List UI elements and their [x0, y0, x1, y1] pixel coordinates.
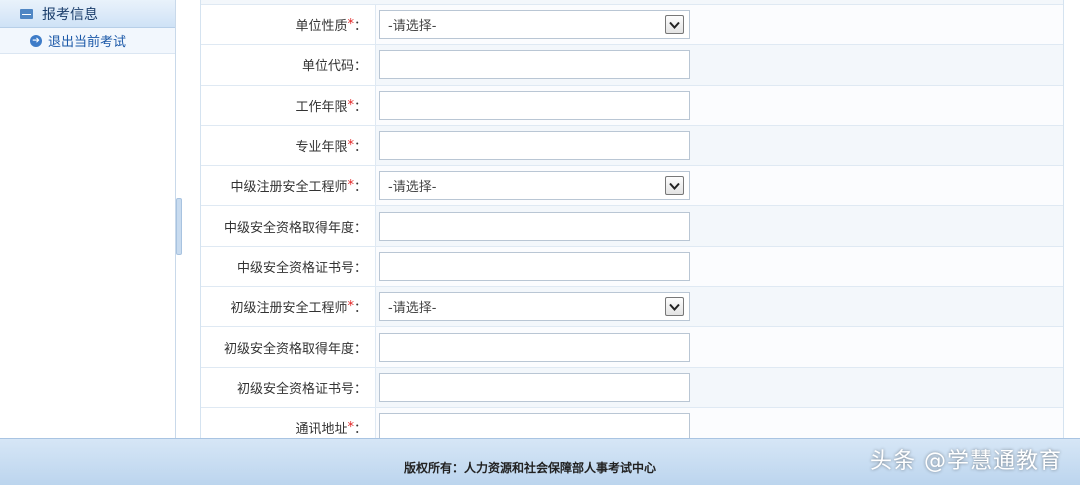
select-field[interactable]: -请选择- [379, 10, 690, 40]
field-cell: -请选择- [376, 287, 1063, 327]
sidebar-splitter[interactable] [176, 198, 182, 255]
field-label-text: 初级安全资格证书号 [236, 381, 354, 397]
form-row: 单位性质 *： -请选择- [201, 5, 1063, 46]
field-label-text: 专业年限 [295, 140, 348, 156]
text-input[interactable] [379, 413, 690, 438]
label-colon: ： [353, 180, 367, 196]
label-colon: ： [353, 260, 367, 276]
watermark: 头条 @学慧通教育 [870, 449, 1062, 474]
label-colon: ： [353, 422, 367, 438]
form-row: 单位代码： [201, 45, 1063, 86]
form-row: 中级注册安全工程师 *： -请选择- [201, 166, 1063, 207]
sidebar-item-label: 退出当前考试 [48, 35, 127, 50]
field-label-text: 中级安全资格证书号 [236, 260, 354, 276]
field-label: 初级注册安全工程师 *： [201, 287, 376, 327]
field-cell [376, 246, 1063, 287]
label-colon: ： [353, 59, 367, 75]
field-label-text: 初级注册安全工程师 [230, 301, 348, 317]
select-value: -请选择- [388, 301, 437, 317]
text-input[interactable] [379, 90, 690, 120]
select-field[interactable]: -请选择- [379, 292, 690, 322]
field-label: 工作年限 *： [201, 85, 376, 125]
copyright-text: 版权所有：人力资源和社会保障部人事考试中心 [403, 460, 656, 475]
field-label: 中级安全资格取得年度： [201, 206, 376, 246]
field-cell: -请选择- [376, 166, 1063, 206]
field-label: 通讯地址 *： [201, 407, 376, 438]
sidebar: 报考信息 ➔ 退出当前考试 [0, 0, 176, 438]
field-label: 中级注册安全工程师 *： [201, 166, 376, 206]
field-label: 专业年限 *： [201, 125, 376, 166]
text-input[interactable] [379, 50, 690, 80]
field-cell [376, 407, 1063, 438]
field-label-text: 工作年限 [295, 99, 348, 115]
field-cell [376, 45, 1063, 85]
label-colon: ： [353, 341, 367, 357]
form-row: 初级安全资格取得年度： [201, 327, 1063, 368]
text-input[interactable] [379, 251, 690, 281]
chevron-down-icon[interactable] [665, 15, 684, 35]
text-input[interactable] [379, 131, 690, 161]
form-row: 中级安全资格取得年度： [201, 206, 1063, 247]
field-label: 中级安全资格证书号： [201, 246, 376, 287]
field-label-text: 单位代码 [301, 59, 354, 75]
field-label-text: 初级安全资格取得年度 [223, 341, 354, 357]
field-label: 单位性质 *： [201, 5, 376, 45]
label-colon: ： [353, 381, 367, 397]
form-row: 中级安全资格证书号： [201, 246, 1063, 288]
label-colon: ： [353, 140, 367, 156]
form-row: 通讯地址 *： [201, 407, 1063, 438]
field-cell [376, 85, 1063, 125]
field-cell: -请选择- [376, 5, 1063, 45]
text-input[interactable] [379, 211, 690, 241]
sidebar-item-exit-exam[interactable]: ➔ 退出当前考试 [0, 28, 175, 54]
select-value: -请选择- [388, 180, 437, 196]
field-label: 初级安全资格取得年度： [201, 327, 376, 367]
form-row: 初级安全资格证书号： [201, 367, 1063, 408]
label-colon: ： [353, 301, 367, 317]
field-cell [376, 367, 1063, 407]
label-colon: ： [353, 99, 367, 115]
field-cell [376, 327, 1063, 367]
form-row: 专业年限 *： [201, 125, 1063, 167]
field-label-text: 单位性质 [295, 19, 348, 35]
chevron-down-icon[interactable] [665, 176, 684, 196]
field-label-text: 中级注册安全工程师 [230, 180, 348, 196]
field-label-text: 中级安全资格取得年度 [223, 220, 354, 236]
select-value: -请选择- [388, 19, 437, 35]
sidebar-header-label: 报考信息 [42, 6, 98, 23]
field-label: 初级安全资格证书号： [201, 367, 376, 407]
select-field[interactable]: -请选择- [379, 171, 690, 201]
field-cell [376, 125, 1063, 166]
arrow-right-icon: ➔ [30, 34, 42, 47]
form-row: 工作年限 *： [201, 85, 1063, 126]
envelope-icon [20, 8, 33, 19]
label-colon: ： [353, 220, 367, 236]
label-colon: ： [353, 19, 367, 35]
text-input[interactable] [379, 372, 690, 402]
field-label: 单位代码： [201, 45, 376, 85]
field-label-text: 通讯地址 [295, 422, 348, 438]
chevron-down-icon[interactable] [665, 297, 684, 317]
sidebar-header[interactable]: 报考信息 [0, 0, 175, 28]
registration-form: 单位性质 *： -请选择- 单位代码：工作年限 *：专业年限 *：中级注册安全工程师 *： -… [200, 0, 1064, 438]
field-cell [376, 206, 1063, 246]
form-row: 初级注册安全工程师 *： -请选择- [201, 287, 1063, 328]
text-input[interactable] [379, 332, 690, 362]
